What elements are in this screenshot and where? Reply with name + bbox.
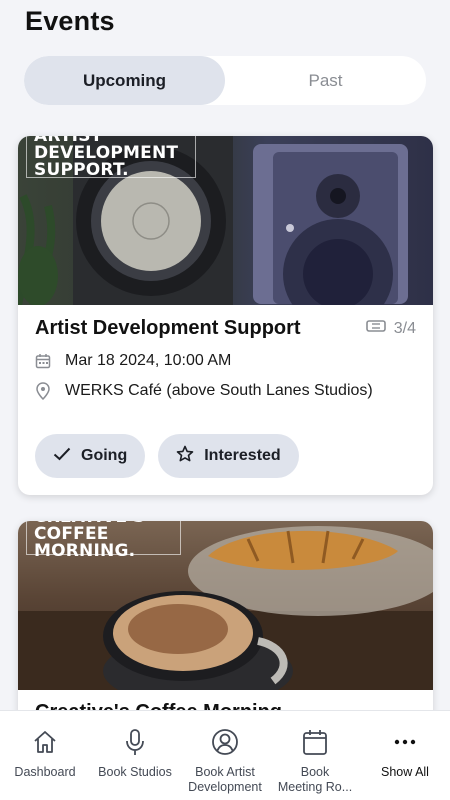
home-icon	[32, 727, 58, 757]
events-segmented-control: Upcoming Past	[24, 56, 426, 105]
location-pin-icon	[35, 382, 51, 400]
tab-label: Book Studios	[98, 765, 172, 779]
tab-dashboard[interactable]: Dashboard	[0, 711, 90, 800]
interested-label: Interested	[204, 447, 281, 464]
tab-upcoming[interactable]: Upcoming	[24, 56, 225, 105]
ticket-icon	[365, 319, 386, 338]
tab-label: Show All	[381, 765, 429, 779]
event-card[interactable]: ARTIST DEVELOPMENT SUPPORT. Artist Devel…	[18, 136, 433, 495]
event-overlay-text: CREATIVE'S COFFEE MORNING.	[34, 521, 145, 561]
event-image: CREATIVE'S COFFEE MORNING.	[18, 521, 433, 690]
tab-book-artist-development[interactable]: Book Artist Development	[180, 711, 270, 800]
more-icon	[392, 727, 418, 757]
bottom-tab-bar: Dashboard Book Studios Book Artist Devel…	[0, 710, 450, 800]
tab-label: Book Meeting Ro...	[277, 765, 353, 794]
tab-label: Dashboard	[14, 765, 76, 779]
tab-label: Book Artist Development	[188, 765, 262, 794]
tab-past[interactable]: Past	[225, 56, 426, 105]
ticket-count: 3/4	[365, 319, 416, 338]
ticket-count-value: 3/4	[393, 319, 416, 337]
checkmark-icon	[53, 447, 71, 466]
calendar-icon	[35, 353, 51, 369]
microphone-icon	[122, 727, 148, 757]
tab-show-all[interactable]: Show All	[360, 711, 450, 800]
event-title: Artist Development Support	[35, 317, 301, 339]
going-button[interactable]: Going	[35, 434, 146, 478]
page-title: Events	[25, 6, 115, 36]
event-overlay-text: ARTIST DEVELOPMENT SUPPORT.	[34, 136, 179, 180]
interested-button[interactable]: Interested	[158, 434, 299, 478]
event-datetime: Mar 18 2024, 10:00 AM	[65, 352, 232, 369]
tab-book-studios[interactable]: Book Studios	[90, 711, 180, 800]
event-image: ARTIST DEVELOPMENT SUPPORT.	[18, 136, 433, 305]
event-location: WERKS Café (above South Lanes Studios)	[65, 382, 373, 399]
tab-book-meeting-room[interactable]: Book Meeting Ro...	[270, 711, 360, 800]
person-circle-icon	[211, 727, 239, 757]
calendar-icon	[302, 727, 328, 757]
going-label: Going	[81, 447, 128, 464]
star-icon	[176, 445, 194, 468]
